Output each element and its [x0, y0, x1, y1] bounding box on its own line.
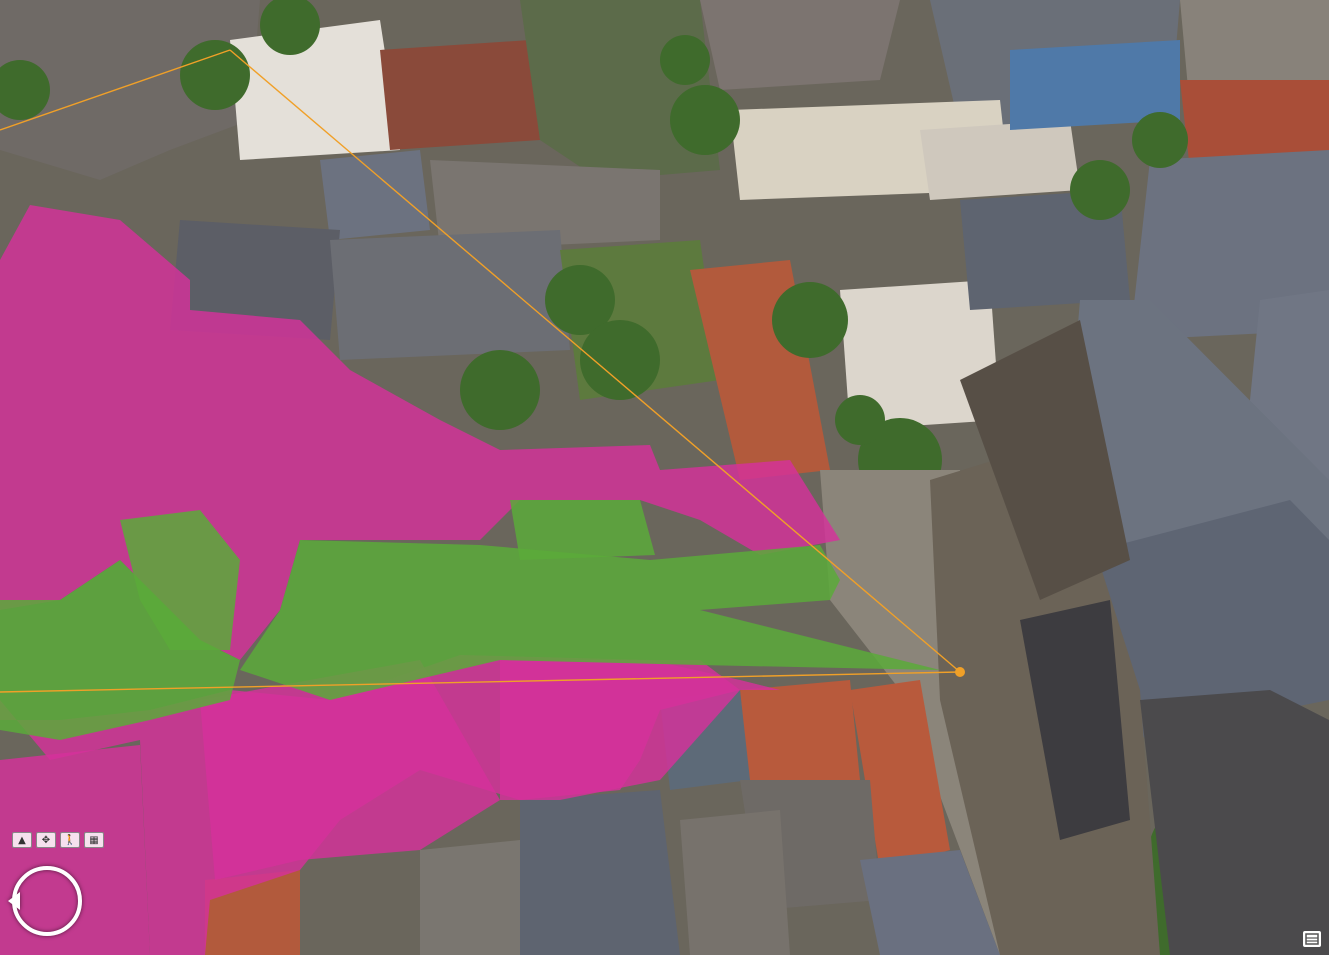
observer-point[interactable] [955, 667, 965, 677]
rotate-navigation-control[interactable] [8, 866, 82, 936]
layers-icon [1305, 933, 1319, 945]
options-button[interactable]: ▦ [84, 832, 104, 848]
caret-up-icon: ▲ [18, 834, 26, 846]
grid-icon: ▦ [89, 834, 99, 846]
expand-button[interactable]: ✥ [36, 832, 56, 848]
rotate-navigation-icon [8, 892, 20, 910]
walk-mode-button[interactable]: 🚶 [60, 832, 80, 848]
person-walk-icon: 🚶 [63, 834, 77, 846]
tilt-up-button[interactable]: ▲ [12, 832, 32, 848]
map-toolbar: ▲ ✥ 🚶 ▦ [12, 832, 104, 848]
expand-icon: ✥ [41, 834, 51, 846]
map-3d-view[interactable] [0, 0, 1329, 955]
layers-button[interactable] [1303, 931, 1321, 947]
